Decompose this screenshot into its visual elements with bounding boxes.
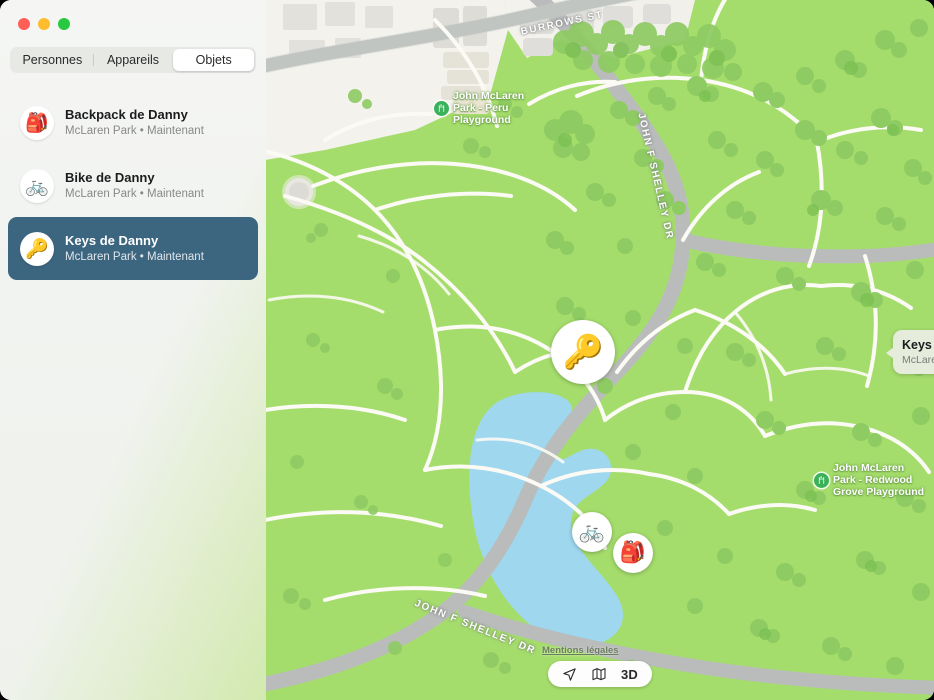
poi-line-3: Grove Playground — [833, 486, 925, 498]
key-icon: 🔑 — [20, 231, 54, 266]
map-icon[interactable] — [591, 666, 607, 682]
zoom-button[interactable] — [58, 18, 70, 30]
map-marker-backpack[interactable]: 🎒 — [613, 533, 653, 573]
poi-line-2: Park - Peru — [453, 102, 509, 114]
list-item-keys[interactable]: 🔑 Keys de Danny McLaren Park • Maintenan… — [8, 217, 258, 280]
minimize-button[interactable] — [38, 18, 50, 30]
callout-title: Keys de Danny — [902, 337, 934, 352]
locate-arrow-icon[interactable] — [562, 667, 577, 682]
list-item-backpack[interactable]: 🎒 Backpack de Danny McLaren Park • Maint… — [8, 91, 258, 154]
list-item-bike[interactable]: 🚲 Bike de Danny McLaren Park • Maintenan… — [8, 154, 258, 217]
map-toolbar: 3D — [548, 661, 653, 687]
item-detail: McLaren Park • Maintenant — [65, 187, 204, 200]
3d-toggle-button[interactable]: 3D — [621, 667, 638, 682]
map-canvas[interactable]: BURROWS ST JOHN F SHELLEY DR JOHN F SHEL… — [265, 0, 934, 700]
poi-line-1: John McLaren — [833, 462, 905, 474]
sidebar: Personnes Appareils Objets 🎒 Backpack de… — [0, 0, 266, 700]
tab-personnes[interactable]: Personnes — [12, 49, 93, 71]
playground-icon — [814, 472, 829, 488]
tab-objets[interactable]: Objets — [173, 49, 255, 71]
bicycle-icon: 🚲 — [578, 520, 606, 543]
backpack-icon: 🎒 — [619, 541, 647, 564]
bicycle-icon: 🚲 — [20, 168, 54, 203]
poi-peru-playground[interactable]: John McLaren Park - Peru Playground — [434, 90, 524, 126]
poi-redwood-grove-playground[interactable]: John McLaren Park - Redwood Grove Playgr… — [814, 462, 924, 498]
poi-line-2: Park - Redwood — [833, 474, 913, 486]
map-callout-keys[interactable]: Keys de Danny McLaren Park • Maintenant … — [886, 330, 934, 374]
key-icon: 🔑 — [562, 332, 604, 370]
map-marker-bike[interactable]: 🚲 — [572, 512, 612, 552]
item-name: Backpack de Danny — [65, 106, 188, 122]
map-marker-keys[interactable]: 🔑 — [551, 320, 615, 384]
close-button[interactable] — [18, 18, 30, 30]
callout-subtitle: McLaren Park • Maintenant — [902, 353, 934, 366]
window-traffic-lights — [18, 18, 70, 30]
finder-my-app-window: BURROWS ST JOHN F SHELLEY DR JOHN F SHEL… — [0, 0, 934, 700]
items-list: 🎒 Backpack de Danny McLaren Park • Maint… — [8, 91, 258, 280]
legal-notice-link[interactable]: Mentions légales — [542, 645, 619, 656]
poi-line-3: Playground — [453, 114, 511, 126]
item-detail: McLaren Park • Maintenant — [65, 250, 204, 263]
item-name: Keys de Danny — [65, 232, 159, 248]
item-name: Bike de Danny — [65, 169, 155, 185]
poi-line-1: John McLaren — [453, 90, 525, 102]
backpack-icon: 🎒 — [20, 105, 54, 140]
segmented-control: Personnes Appareils Objets — [10, 47, 256, 73]
item-detail: McLaren Park • Maintenant — [65, 124, 204, 137]
tab-appareils[interactable]: Appareils — [92, 49, 174, 71]
playground-icon — [434, 100, 449, 116]
